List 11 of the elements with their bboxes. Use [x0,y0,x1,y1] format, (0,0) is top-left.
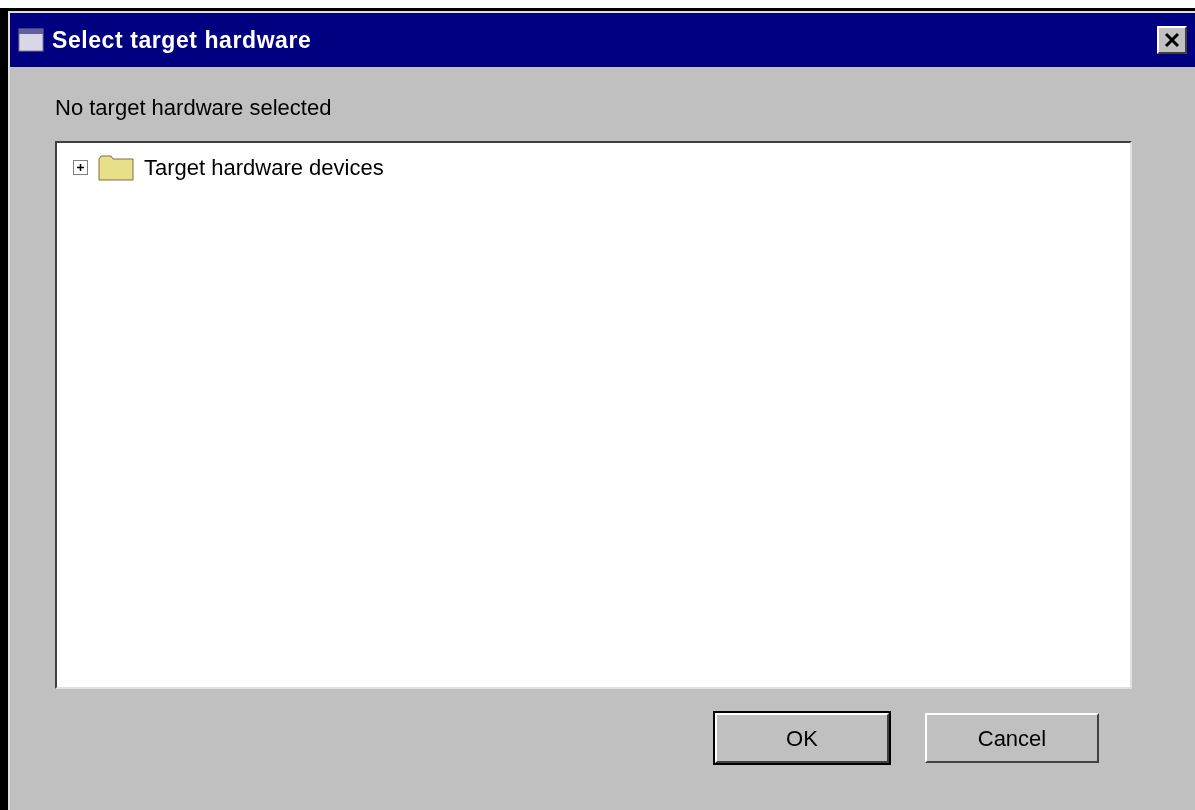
plus-icon [76,163,85,172]
window-title: Select target hardware [52,25,312,55]
status-text: No target hardware selected [55,97,333,119]
close-icon [1164,32,1180,48]
folder-icon [98,154,134,181]
dialog-button[interactable]: OK [715,713,889,763]
tree-item[interactable]: Target hardware devices [144,151,384,184]
expand-toggle[interactable] [73,160,88,175]
dialog-button[interactable]: Cancel [925,713,1099,763]
close-button[interactable] [1157,26,1187,54]
window-icon [18,28,44,52]
